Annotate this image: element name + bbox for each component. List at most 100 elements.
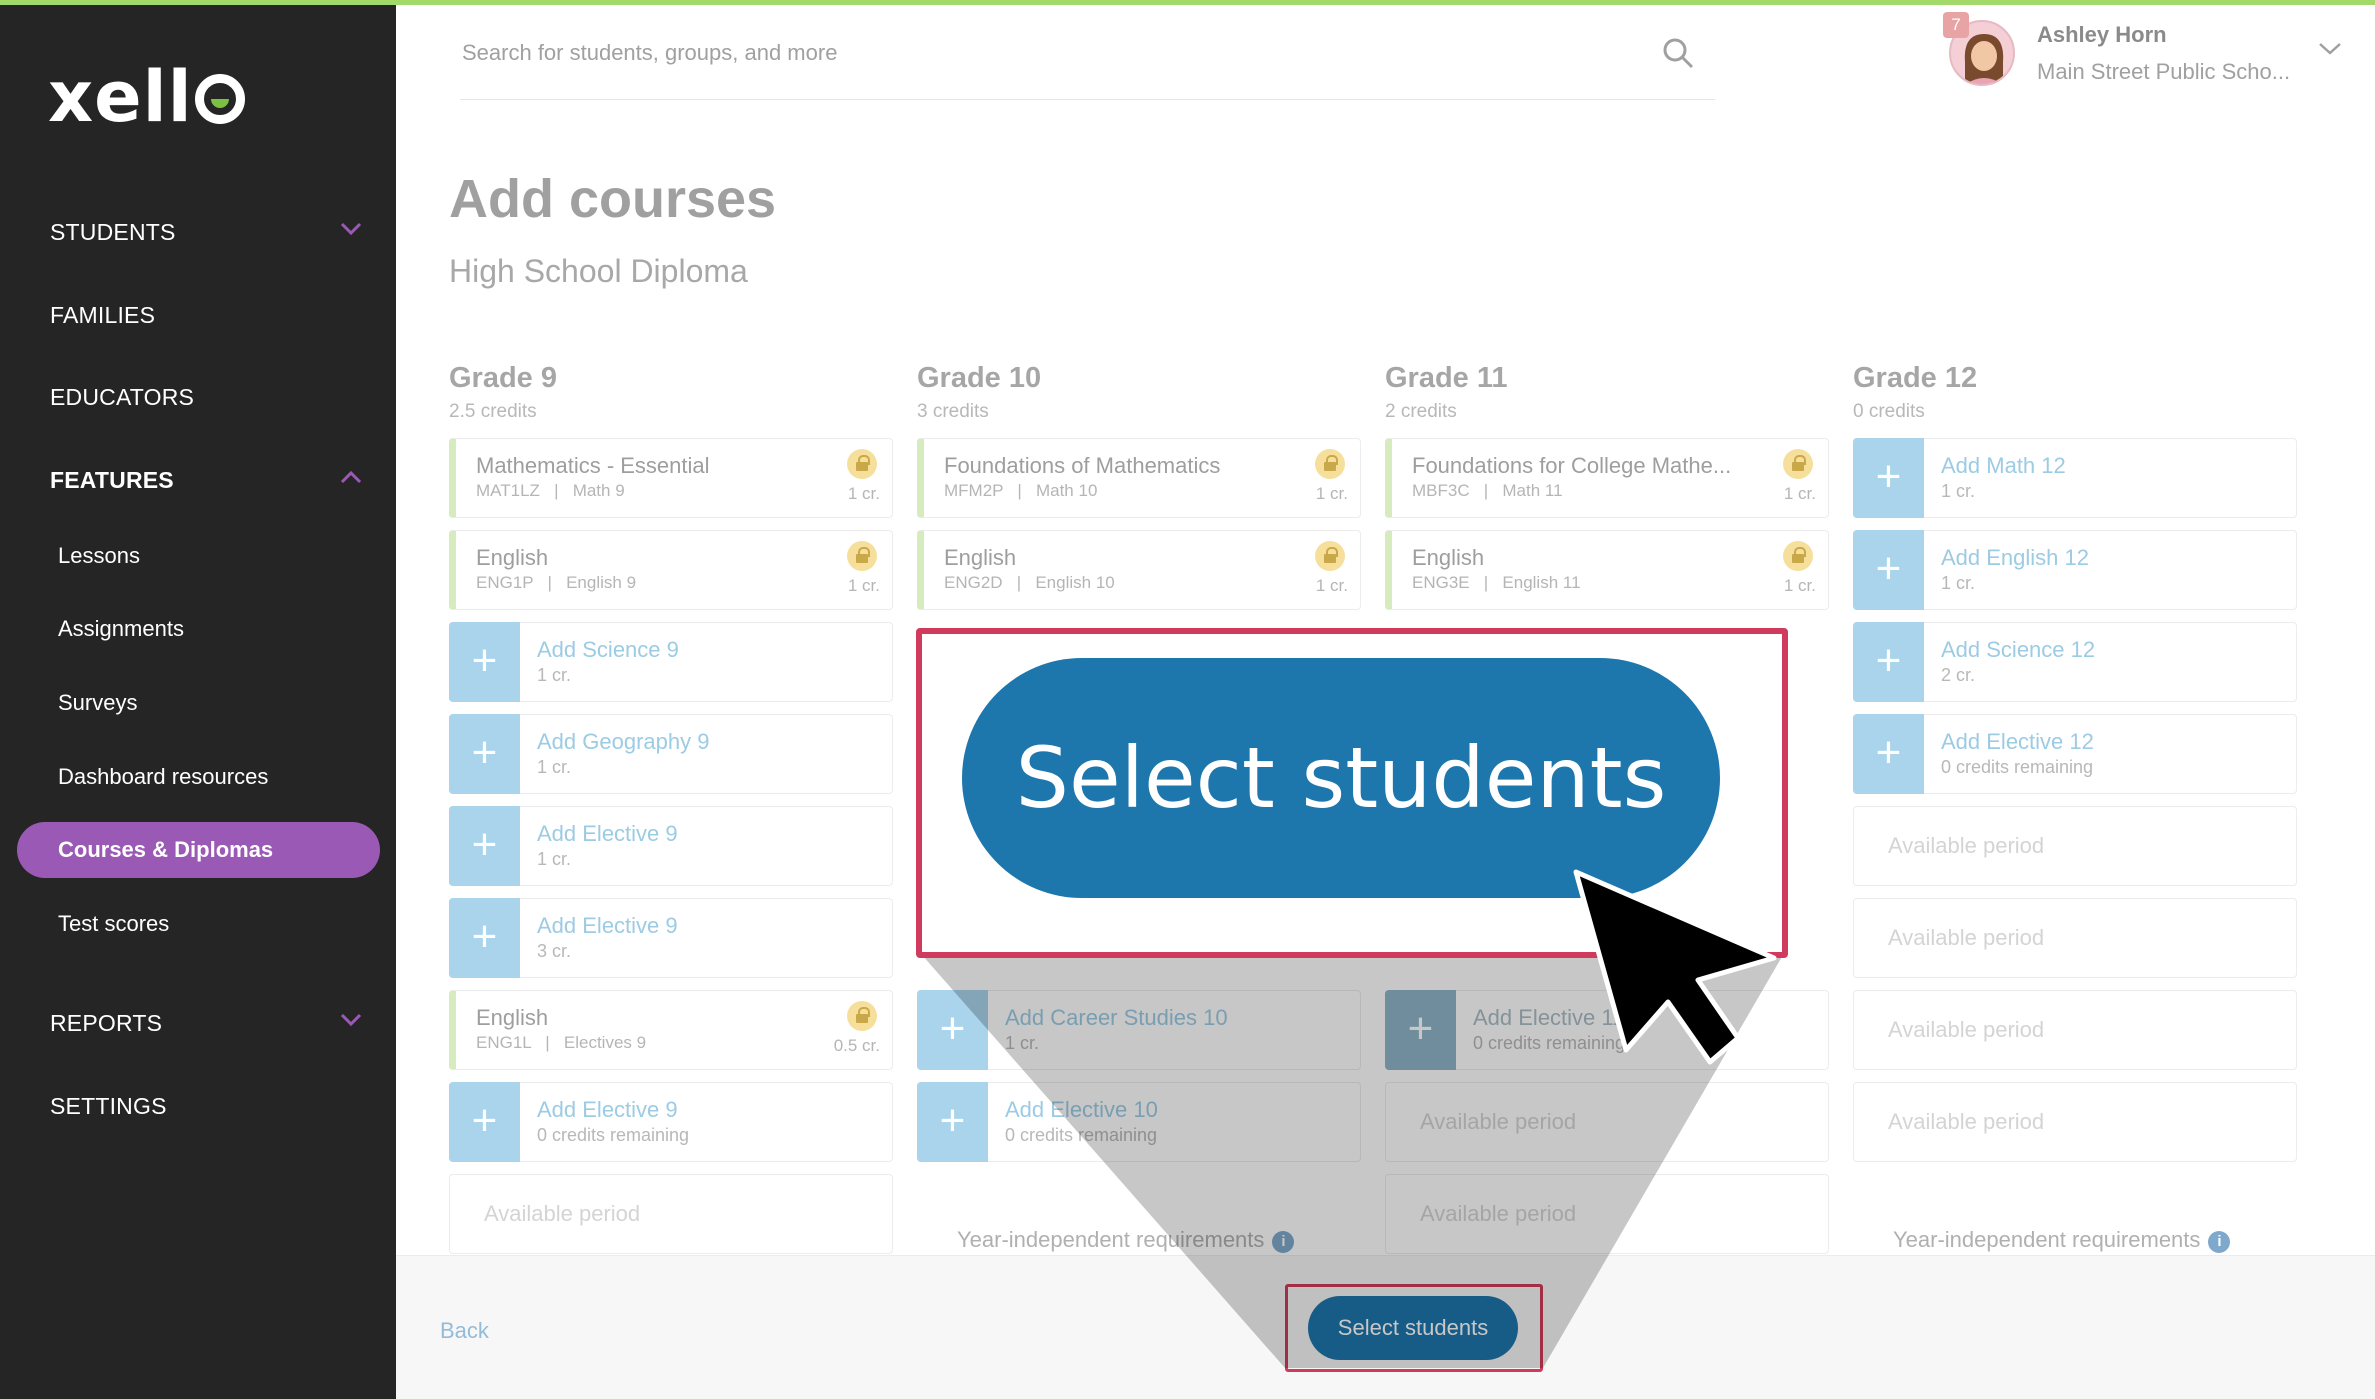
add-course-title: Add Math 12: [1941, 453, 2066, 478]
add-course-title: Add Career Studies 10: [1005, 1005, 1228, 1030]
chevron-up-icon[interactable]: [340, 470, 362, 488]
lock-icon: [1315, 541, 1345, 571]
plus-icon[interactable]: +: [1853, 530, 1924, 610]
search-icon[interactable]: [1661, 36, 1695, 75]
course-meta: ENG2D | English 10: [944, 573, 1115, 592]
nav-reports[interactable]: REPORTS: [50, 1010, 162, 1037]
course-title: English: [944, 545, 1017, 570]
nav-test-scores[interactable]: Test scores: [58, 911, 169, 937]
plus-icon[interactable]: +: [917, 990, 988, 1070]
lock-icon: [1783, 449, 1813, 479]
plus-icon[interactable]: +: [449, 714, 520, 794]
available-period-slot[interactable]: Available period: [1853, 898, 2297, 978]
add-course-card[interactable]: + Add Geography 9 1 cr.: [449, 714, 893, 794]
grade-title: Grade 12: [1853, 362, 1978, 394]
nav-dashboard-resources[interactable]: Dashboard resources: [58, 764, 268, 790]
add-course-meta: 1 cr.: [537, 849, 572, 869]
add-course-title: Add Elective 9: [537, 821, 678, 846]
course-credit: 0.5 cr.: [833, 1036, 880, 1055]
callout-select-students-button[interactable]: Select students: [962, 658, 1720, 898]
nav-students[interactable]: STUDENTS: [50, 219, 176, 246]
year-independent-requirements[interactable]: Year-independent requirements i: [1893, 1227, 2231, 1253]
user-school: Main Street Public Scho...: [2037, 59, 2291, 84]
plus-icon[interactable]: +: [1853, 714, 1924, 794]
lock-icon: [847, 1001, 877, 1031]
nav-surveys[interactable]: Surveys: [58, 690, 137, 716]
year-independent-requirements[interactable]: Year-independent requirements i: [957, 1227, 1295, 1253]
available-period-slot[interactable]: Available period: [1385, 1082, 1829, 1162]
sidebar: xell STUDENTS FAMILIES EDUCATORS FEATURE…: [0, 0, 396, 1399]
plus-icon[interactable]: +: [1853, 622, 1924, 702]
available-period-slot[interactable]: Available period: [1853, 1082, 2297, 1162]
add-course-meta: 1 cr.: [1005, 1033, 1040, 1053]
grade-column: Grade 11 2 credits Foundations for College…: [1385, 360, 1829, 1254]
course-credit: 1 cr.: [1783, 484, 1816, 503]
available-period-slot[interactable]: Available period: [1853, 806, 2297, 886]
available-period-label: Available period: [1888, 1109, 2045, 1134]
select-students-button[interactable]: Select students: [1308, 1296, 1518, 1360]
course-title: English: [476, 1005, 549, 1030]
add-course-meta: 0 credits remaining: [537, 1125, 690, 1145]
course-card[interactable]: Mathematics - Essential MAT1LZ | Math 9 1 …: [449, 438, 893, 518]
nav-settings[interactable]: SETTINGS: [50, 1093, 167, 1120]
add-course-card[interactable]: + Add Science 12 2 cr.: [1853, 622, 2297, 702]
add-course-card[interactable]: + Add Elective 10 0 credits remaining: [917, 1082, 1361, 1162]
info-icon[interactable]: i: [1272, 1231, 1295, 1253]
add-course-title: Add Science 12: [1941, 637, 2096, 662]
page-subtitle: High School Diploma: [449, 253, 748, 289]
course-meta: ENG1P | English 9: [476, 573, 637, 592]
user-menu[interactable]: 7 Ashley Horn Main Street Public Scho...: [1943, 12, 2363, 92]
nav-families[interactable]: FAMILIES: [50, 302, 155, 329]
course-card[interactable]: English ENG1P | English 9 1 cr.: [449, 530, 893, 610]
cursor-icon: [1570, 866, 1790, 1081]
add-course-card[interactable]: + Add Elective 9 1 cr.: [449, 806, 893, 886]
nav-assignments[interactable]: Assignments: [58, 616, 184, 642]
plus-icon[interactable]: +: [449, 1082, 520, 1162]
add-course-card[interactable]: + Add Elective 9 3 cr.: [449, 898, 893, 978]
add-course-card[interactable]: + Add Career Studies 10 1 cr.: [917, 990, 1361, 1070]
add-course-card[interactable]: + Add English 12 1 cr.: [1853, 530, 2297, 610]
plus-icon[interactable]: +: [1385, 990, 1456, 1070]
course-title: Mathematics - Essential: [476, 453, 710, 478]
search-input[interactable]: Search for students, groups, and more: [462, 40, 837, 66]
add-course-card[interactable]: + Add Elective 9 0 credits remaining: [449, 1082, 893, 1162]
notification-badge[interactable]: 7: [1943, 12, 1969, 38]
grade-title: Grade 11: [1385, 362, 1508, 394]
add-course-card[interactable]: + Add Math 12 1 cr.: [1853, 438, 2297, 518]
course-card[interactable]: English ENG3E | English 11 1 cr.: [1385, 530, 1829, 610]
back-link[interactable]: Back: [440, 1318, 489, 1344]
available-period-slot[interactable]: Available period: [1853, 990, 2297, 1070]
course-meta: ENG1L | Electives 9: [476, 1033, 647, 1052]
add-course-title: Add Science 9: [537, 637, 679, 662]
lock-icon: [847, 541, 877, 571]
available-period-slot[interactable]: Available period: [1385, 1174, 1829, 1254]
info-icon[interactable]: i: [2208, 1231, 2231, 1253]
plus-icon[interactable]: +: [449, 898, 520, 978]
grade-column: Grade 12 0 credits + Add Math 12 1 cr. + Add E…: [1853, 360, 2297, 1253]
search-bar[interactable]: Search for students, groups, and more: [460, 28, 1715, 100]
course-card[interactable]: Foundations for College Mathe... MBF3C | …: [1385, 438, 1829, 518]
course-card[interactable]: English ENG1L | Electives 9 0.5 cr.: [449, 990, 893, 1070]
chevron-down-icon[interactable]: [340, 1013, 362, 1031]
nav-lessons[interactable]: Lessons: [58, 543, 140, 569]
nav-features[interactable]: FEATURES: [50, 467, 174, 494]
course-meta: MBF3C | Math 11: [1412, 481, 1563, 500]
plus-icon[interactable]: +: [1853, 438, 1924, 518]
xello-logo[interactable]: xell: [48, 56, 245, 138]
available-period-slot[interactable]: Available period: [449, 1174, 893, 1254]
available-period-label: Available period: [1888, 833, 2045, 858]
add-course-card[interactable]: + Add Elective 12 0 credits remaining: [1853, 714, 2297, 794]
course-card[interactable]: English ENG2D | English 10 1 cr.: [917, 530, 1361, 610]
add-course-card[interactable]: + Add Science 9 1 cr.: [449, 622, 893, 702]
course-card[interactable]: Foundations of Mathematics MFM2P | Math 1…: [917, 438, 1361, 518]
plus-icon[interactable]: +: [449, 806, 520, 886]
add-course-title: Add Elective 9: [537, 1097, 678, 1122]
chevron-down-icon[interactable]: [340, 222, 362, 240]
available-period-label: Available period: [1420, 1201, 1577, 1226]
nav-courses-diplomas[interactable]: Courses & Diplomas: [17, 822, 380, 878]
chevron-down-icon[interactable]: [2318, 42, 2342, 61]
nav-courses-diplomas-label: Courses & Diplomas: [58, 837, 274, 862]
plus-icon[interactable]: +: [917, 1082, 988, 1162]
nav-educators[interactable]: EDUCATORS: [50, 384, 194, 411]
plus-icon[interactable]: +: [449, 622, 520, 702]
